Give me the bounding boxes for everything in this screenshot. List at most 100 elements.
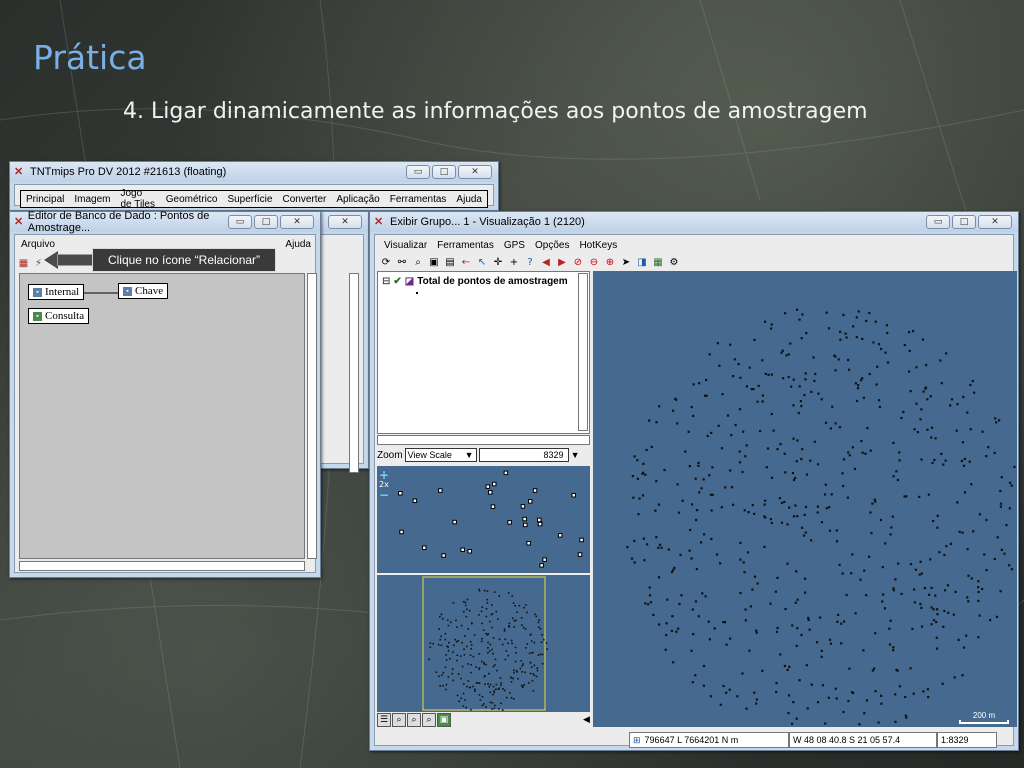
vis-close-button[interactable]: ✕ [978, 215, 1012, 229]
sample-point [840, 622, 843, 625]
sample-point [784, 312, 787, 315]
maximize-button[interactable]: □ [432, 165, 456, 179]
sample-point [903, 344, 906, 347]
menu-superficie[interactable]: Superfície [222, 194, 277, 205]
vis-maximize-button[interactable]: □ [952, 215, 976, 229]
sample-point [977, 586, 980, 589]
raster-icon[interactable]: ▦ [651, 256, 665, 270]
sample-point [513, 669, 515, 671]
menu-visualizar[interactable]: Visualizar [379, 240, 432, 251]
zoom-area-icon[interactable]: ⌕ [407, 713, 421, 727]
menu-principal[interactable]: Principal [21, 194, 69, 205]
check-icon[interactable]: ✔ [393, 276, 401, 287]
stop-icon[interactable]: ⊘ [571, 256, 585, 270]
binoculars-icon[interactable]: ⚯ [395, 256, 409, 270]
panel-collapse-icon[interactable]: ◀ [583, 715, 590, 725]
question-icon[interactable]: ? [523, 256, 537, 270]
sample-point [733, 358, 736, 361]
menu-ferramentas-vis[interactable]: Ferramentas [432, 240, 499, 251]
zoom-mode-select[interactable]: View Scale ▼ [404, 448, 477, 462]
menu-ferramentas[interactable]: Ferramentas [385, 194, 452, 205]
next-view-icon[interactable]: ▶ [555, 256, 569, 270]
redraw-icon[interactable]: ⟳ [379, 256, 393, 270]
db-close-button[interactable]: ✕ [280, 215, 314, 229]
add-point-icon[interactable]: + [507, 256, 521, 270]
sample-point [739, 558, 742, 561]
db-minimize-button[interactable]: ▭ [228, 215, 252, 229]
sample-point [467, 549, 472, 554]
background-vertical-scrollbar[interactable] [349, 273, 359, 473]
query-node-consulta[interactable]: ▪ Consulta [28, 308, 90, 324]
crosshair-icon[interactable]: ✛ [491, 256, 505, 270]
sample-point [535, 615, 538, 618]
magnify-icon[interactable]: ⌕ [422, 713, 436, 727]
sample-point [466, 685, 468, 688]
table-node-internal[interactable]: ▪ Internal [28, 284, 85, 300]
db-maximize-button[interactable]: □ [254, 215, 278, 229]
zoom-overview-panel[interactable]: + 2x − [377, 466, 590, 573]
image-icon[interactable]: ▣ [437, 713, 451, 727]
database-editor-titlebar[interactable]: ✕ Editor de Banco de Dado : Pontos de Am… [10, 210, 320, 234]
close-button[interactable]: ✕ [458, 165, 492, 179]
sample-point [502, 688, 504, 690]
tntmips-titlebar[interactable]: ✕ TNTmips Pro DV 2012 #21613 (floating) … [10, 162, 498, 182]
zoom-out-icon[interactable]: − [379, 488, 389, 502]
sample-point [438, 488, 443, 493]
locator-overview-panel[interactable] [377, 575, 590, 714]
sample-point [877, 343, 881, 346]
sample-point [993, 557, 996, 561]
menu-jogo-de-tiles[interactable]: Jogo de Tiles [115, 188, 160, 210]
background-close-button[interactable]: ✕ [328, 215, 362, 229]
layer-legend-panel[interactable]: ⊟ ✔ ◪ Total de pontos de amostragem [377, 271, 590, 434]
collapse-icon[interactable]: ⊟ [382, 276, 390, 287]
sample-point [930, 623, 933, 626]
legend-horizontal-scrollbar[interactable] [377, 435, 590, 445]
relations-canvas[interactable]: ▪ Internal ▪ Chave ▪ Consulta [19, 273, 305, 559]
menu-hotkeys[interactable]: HotKeys [574, 240, 622, 251]
db-vertical-scrollbar[interactable] [307, 273, 317, 559]
list-icon[interactable]: ☰ [377, 713, 391, 727]
menu-geometrico[interactable]: Geométrico [161, 194, 223, 205]
minimize-button[interactable]: ▭ [406, 165, 430, 179]
menu-imagem[interactable]: Imagem [69, 194, 115, 205]
zoom-in-icon[interactable]: ⊕ [603, 256, 617, 270]
vis-minimize-button[interactable]: ▭ [926, 215, 950, 229]
zoom-box-icon[interactable]: ⌕ [392, 713, 406, 727]
visualization-titlebar[interactable]: ✕ Exibir Grupo... 1 - Visualização 1 (21… [370, 212, 1018, 232]
menu-converter[interactable]: Converter [277, 194, 331, 205]
sample-point [763, 503, 766, 506]
pointer-icon[interactable]: ➤ [619, 256, 633, 270]
zoom-scale-input[interactable]: 8329 [478, 448, 569, 462]
sample-point [745, 385, 748, 388]
sample-point [862, 396, 865, 399]
menu-opcoes[interactable]: Opções [530, 240, 574, 251]
legend-vertical-scrollbar[interactable] [578, 273, 588, 431]
sample-point [459, 655, 462, 657]
menu-ajuda[interactable]: Ajuda [451, 194, 487, 205]
db-horizontal-scrollbar[interactable] [19, 561, 305, 571]
layer-entry[interactable]: ⊟ ✔ ◪ Total de pontos de amostragem [382, 276, 568, 287]
sample-point [523, 684, 526, 686]
select-icon[interactable]: ↖ [475, 256, 489, 270]
table-node-chave[interactable]: ▪ Chave [118, 283, 169, 299]
back-arrow-icon[interactable]: ← [459, 256, 473, 270]
zoom-out-icon[interactable]: ⊖ [587, 256, 601, 270]
sample-point [807, 616, 810, 620]
prev-view-icon[interactable]: ◀ [539, 256, 553, 270]
menu-ajuda-db[interactable]: Ajuda [285, 239, 311, 254]
vis-toolbar: ⟳ ⚯ ⌕ ▣ ▤ ← ↖ ✛ + ? ◀ ▶ ⊘ ⊖ ⊕ ➤ ◨ ▦ ⚙ [379, 255, 681, 271]
tools-icon[interactable]: ⚙ [667, 256, 681, 270]
sample-point [960, 459, 963, 463]
sample-point [744, 608, 747, 611]
sample-point [491, 702, 494, 704]
map-view[interactable]: 200 m [593, 271, 1017, 727]
table-icon[interactable]: ▦ [17, 257, 30, 270]
menu-gps[interactable]: GPS [499, 240, 530, 251]
menu-aplicacao[interactable]: Aplicação [331, 194, 384, 205]
zoom-scale-dropdown-icon[interactable]: ▼ [571, 450, 580, 460]
print-icon[interactable]: ▤ [443, 256, 457, 270]
layer-icon[interactable]: ◨ [635, 256, 649, 270]
zoom-icon[interactable]: ⌕ [411, 256, 425, 270]
sample-point [515, 652, 517, 654]
camera-icon[interactable]: ▣ [427, 256, 441, 270]
